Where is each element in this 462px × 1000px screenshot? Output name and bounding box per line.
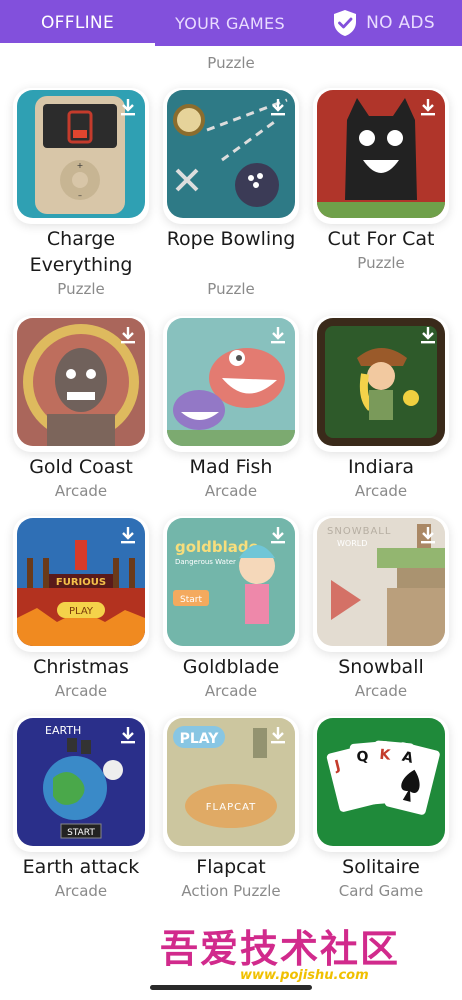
game-thumbnail (317, 318, 445, 446)
download-icon[interactable] (417, 524, 439, 546)
game-title: Goldblade (182, 656, 280, 678)
game-category: Puzzle (357, 254, 405, 272)
game-category: Puzzle (207, 280, 255, 298)
game-category: Arcade (204, 682, 258, 700)
game-thumbnail: SNOWBALL WORLD (317, 518, 445, 646)
game-thumbnail (167, 90, 295, 218)
download-icon[interactable] (267, 96, 289, 118)
download-icon[interactable] (117, 324, 139, 346)
earth-start-label: START (67, 828, 95, 838)
watermark: 吾爱技术社区 www.pojishu.com (160, 918, 460, 988)
game-title: Earth attack (22, 856, 140, 878)
tab-your-games[interactable]: YOUR GAMES (155, 0, 305, 46)
previous-row-category: Puzzle (207, 54, 255, 72)
game-category: Arcade (354, 682, 408, 700)
game-card-mad-fish[interactable]: Mad Fish Arcade (161, 316, 301, 506)
game-card-earth-attack[interactable]: EARTH START Earth attack Arcade (11, 716, 151, 906)
game-category: Arcade (204, 482, 258, 500)
game-card-cut-for-cat[interactable]: Cut For Cat Puzzle (311, 88, 451, 278)
game-thumbnail: goldblade Dangerous Water Start (167, 518, 295, 646)
game-category: Arcade (54, 482, 108, 500)
download-icon[interactable] (267, 324, 289, 346)
download-icon[interactable] (117, 96, 139, 118)
svg-text:–: – (78, 191, 82, 200)
game-title: Rope Bowling (166, 228, 296, 250)
game-card-rope-bowling[interactable]: Rope Bowling Puzzle (161, 88, 301, 298)
game-title: Cut For Cat (327, 228, 435, 250)
watermark-text: 吾爱技术社区 (160, 926, 401, 971)
download-icon[interactable] (267, 524, 289, 546)
game-card-flapcat[interactable]: PLAY FLAPCAT Flapcat Action Puzzle (161, 716, 301, 906)
start-label: Start (180, 595, 202, 605)
svg-text:+: + (77, 161, 84, 170)
game-card-goldblade[interactable]: goldblade Dangerous Water Start Goldblad… (161, 516, 301, 706)
game-thumbnail (17, 318, 145, 446)
solitaire-artwork: J Q K A (317, 718, 445, 846)
game-title: Christmas (33, 656, 129, 678)
game-card-indiara[interactable]: Indiara Arcade (311, 316, 451, 506)
watermark-url: www.pojishu.com (240, 968, 369, 983)
game-thumbnail (167, 318, 295, 446)
tab-no-ads[interactable]: NO ADS (305, 0, 462, 46)
game-card-snowball[interactable]: SNOWBALL WORLD Snowball Arcade (311, 516, 451, 706)
game-title: Charge Everything (29, 228, 133, 276)
game-category: Arcade (54, 682, 108, 700)
download-icon[interactable] (117, 724, 139, 746)
game-title: Gold Coast (29, 456, 133, 478)
game-thumbnail (317, 90, 445, 218)
home-indicator[interactable] (150, 985, 312, 990)
game-thumbnail: J Q K A (317, 718, 445, 846)
game-category: Arcade (54, 882, 108, 900)
game-card-charge-everything[interactable]: + – Charge Everything Puzzle (11, 88, 151, 298)
shield-check-icon (334, 10, 357, 36)
game-card-christmas[interactable]: FURIOUS PLAY Christmas Arcade (11, 516, 151, 706)
game-category: Card Game (338, 882, 424, 900)
game-category: Action Puzzle (181, 882, 281, 900)
game-title: Snowball (338, 656, 424, 678)
game-title: Flapcat (196, 856, 266, 878)
game-title: Mad Fish (189, 456, 273, 478)
play-label: PLAY (69, 606, 94, 617)
earth-logo: EARTH (45, 724, 81, 737)
goldblade-subtitle: Dangerous Water (175, 558, 236, 566)
download-icon[interactable] (417, 324, 439, 346)
game-category: Puzzle (57, 280, 105, 298)
no-ads-label: NO ADS (366, 13, 435, 33)
game-title: Indiara (347, 456, 415, 478)
game-title: Solitaire (342, 856, 420, 878)
game-thumbnail: EARTH START (17, 718, 145, 846)
download-icon[interactable] (417, 96, 439, 118)
game-thumbnail: + – (17, 90, 145, 218)
top-tab-bar: OFFLINE YOUR GAMES NO ADS (0, 0, 462, 46)
flapcat-play-label: PLAY (180, 731, 220, 747)
game-card-solitaire[interactable]: J Q K A Solitaire Card Game (311, 716, 451, 906)
svg-text:Q: Q (356, 749, 369, 766)
download-icon[interactable] (267, 724, 289, 746)
snowball-subtitle: WORLD (337, 539, 367, 548)
game-card-gold-coast[interactable]: Gold Coast Arcade (11, 316, 151, 506)
game-thumbnail: FURIOUS PLAY (17, 518, 145, 646)
flapcat-logo: FLAPCAT (206, 802, 257, 813)
download-icon[interactable] (117, 524, 139, 546)
tab-offline[interactable]: OFFLINE (0, 0, 155, 46)
furious-logo: FURIOUS (56, 577, 106, 588)
snowball-logo: SNOWBALL (327, 526, 391, 537)
game-category: Arcade (354, 482, 408, 500)
goldblade-logo: goldblade (175, 538, 259, 556)
game-thumbnail: PLAY FLAPCAT (167, 718, 295, 846)
